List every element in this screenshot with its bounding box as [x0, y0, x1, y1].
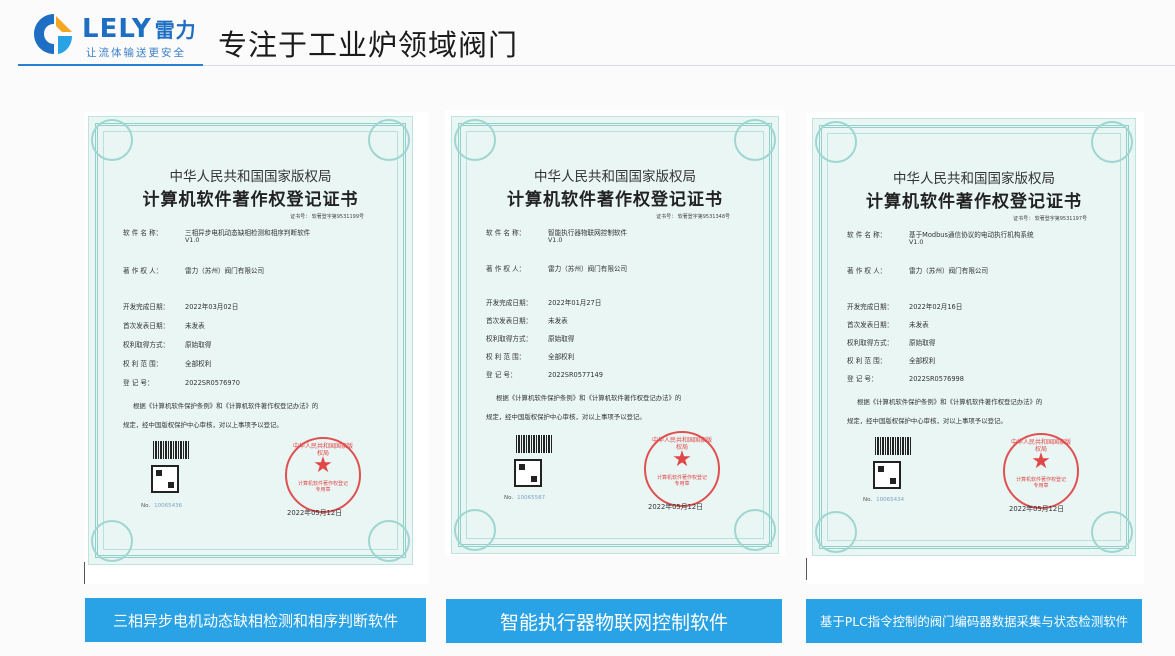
- software-version: V1.0: [548, 237, 563, 244]
- serial-number: No. 10065587: [504, 495, 546, 501]
- ornament-icon: [454, 119, 496, 161]
- ornament-icon: [734, 119, 776, 161]
- cert-org: 中华人民共和国国家版权局: [169, 169, 332, 185]
- row-reg: 登 记 号： 2022SR0576998: [847, 375, 964, 383]
- certificate-card-2: 中华人民共和国国家版权局 计算机软件著作权登记证书 证书号： 软著登字第9531…: [445, 110, 785, 556]
- caption-certificate-3: 基于PLC指令控制的阀门编码器数据采集与状态检测软件: [806, 599, 1142, 643]
- cert-title: 计算机软件著作权登记证书: [866, 192, 1082, 212]
- ornament-icon: [1091, 511, 1133, 553]
- issue-date: 2022年05月12日: [287, 509, 342, 517]
- row-publish: 首次发表日期： 未发表: [847, 321, 929, 329]
- row-publish: 首次发表日期： 未发表: [123, 322, 205, 330]
- logo-slogan: 让流体输送更安全: [86, 47, 186, 59]
- barcode-icon: [516, 435, 552, 453]
- header-accent-line: [18, 64, 203, 66]
- row-software: 软 件 名 称： 基于Modbus通信协议的电动执行机构系统: [847, 231, 1034, 239]
- cert-note: 根据《计算机软件保护条例》和《计算机软件著作权登记办法》的 规定，经中国版权保护中…: [847, 398, 1043, 425]
- barcode-icon: [153, 441, 189, 459]
- star-icon: ★: [313, 453, 333, 478]
- row-acquire: 权利取得方式： 原始取得: [486, 335, 575, 343]
- row-reg: 登 记 号： 2022SR0577149: [486, 371, 603, 379]
- star-icon: ★: [672, 447, 692, 472]
- ornament-icon: [815, 511, 857, 553]
- ornament-icon: [1091, 121, 1133, 163]
- certificate-3: 中华人民共和国国家版权局 计算机软件著作权登记证书 证书号： 软著登字第9531…: [812, 118, 1136, 556]
- logo-text-cn: 雷力: [154, 18, 197, 42]
- qr-code-icon: [514, 459, 542, 487]
- row-acquire: 权利取得方式： 原始取得: [847, 339, 936, 347]
- row-dev-date: 开发完成日期： 2022年03月02日: [123, 303, 239, 311]
- company-logo: LELY 雷力 让流体输送更安全: [32, 12, 202, 62]
- row-scope: 权 利 范 围： 全部权利: [123, 360, 212, 368]
- row-owner: 著 作 权 人： 雷力（苏州）阀门有限公司: [123, 267, 265, 275]
- certificate-1: 中华人民共和国国家版权局 计算机软件著作权登记证书 证书号： 软著登字第9531…: [88, 116, 413, 565]
- edge-mark: [806, 558, 807, 580]
- barcode-icon: [875, 437, 911, 455]
- row-publish: 首次发表日期： 未发表: [486, 317, 568, 325]
- logo-text-en: LELY: [82, 14, 152, 44]
- cert-note: 根据《计算机软件保护条例》和《计算机软件著作权登记办法》的 规定，经中国版权保护中…: [486, 394, 682, 421]
- official-seal-icon: 中华人民共和国国家版权局 ★ 计算机软件著作权登记专用章: [285, 437, 361, 513]
- row-scope: 权 利 范 围： 全部权利: [847, 357, 936, 365]
- row-scope: 权 利 范 围： 全部权利: [486, 353, 575, 361]
- ornament-icon: [91, 520, 133, 562]
- cert-title: 计算机软件著作权登记证书: [142, 190, 359, 210]
- serial-number: No. 10065434: [863, 497, 905, 503]
- ornament-icon: [368, 520, 410, 562]
- row-software: 软 件 名 称： 智能执行器物联网控制软件: [486, 229, 628, 237]
- issue-date: 2022年05月12日: [648, 503, 703, 511]
- qr-code-icon: [873, 461, 901, 489]
- official-seal-icon: 中华人民共和国国家版权局 ★ 计算机软件著作权登记专用章: [1003, 433, 1079, 509]
- cert-org: 中华人民共和国国家版权局: [534, 169, 696, 185]
- cert-number: 证书号： 软著登字第9531199号: [290, 214, 364, 220]
- cert-title: 计算机软件著作权登记证书: [507, 190, 723, 210]
- header-divider: [203, 65, 1175, 66]
- official-seal-icon: 中华人民共和国国家版权局 ★ 计算机软件著作权登记专用章: [644, 431, 720, 507]
- edge-mark: [84, 562, 85, 584]
- row-software: 软 件 名 称： 三相异步电机动态缺相检测和相序判断软件: [123, 229, 311, 237]
- row-dev-date: 开发完成日期： 2022年02月16日: [847, 303, 963, 311]
- row-acquire: 权利取得方式： 原始取得: [123, 341, 212, 349]
- cert-note: 根据《计算机软件保护条例》和《计算机软件著作权登记办法》的 规定，经中国版权保护中…: [123, 402, 319, 429]
- caption-certificate-1: 三相异步电机动态缺相检测和相序判断软件: [85, 598, 426, 642]
- row-dev-date: 开发完成日期： 2022年01月27日: [486, 299, 602, 307]
- software-version: V1.0: [185, 237, 200, 244]
- star-icon: ★: [1031, 449, 1051, 474]
- cert-org: 中华人民共和国国家版权局: [893, 171, 1055, 187]
- row-reg: 登 记 号： 2022SR0576970: [123, 379, 240, 387]
- serial-number: No. 10065436: [141, 503, 183, 509]
- ornament-icon: [815, 121, 857, 163]
- caption-certificate-2: 智能执行器物联网控制软件: [446, 599, 782, 643]
- lely-logo-icon: [34, 14, 72, 54]
- cert-number: 证书号： 软著登字第9531348号: [656, 214, 730, 220]
- row-owner: 著 作 权 人： 雷力（苏州）阀门有限公司: [486, 265, 628, 273]
- row-owner: 著 作 权 人： 雷力（苏州）阀门有限公司: [847, 267, 989, 275]
- ornament-icon: [91, 119, 133, 161]
- certificate-card-3: 中华人民共和国国家版权局 计算机软件著作权登记证书 证书号： 软著登字第9531…: [806, 112, 1144, 584]
- qr-code-icon: [151, 465, 179, 493]
- page-title: 专注于工业炉领域阀门: [218, 28, 519, 62]
- cert-number: 证书号： 软著登字第9531197号: [1013, 216, 1087, 222]
- logo-wordmark: LELY 雷力: [82, 14, 197, 44]
- software-version: V1.0: [909, 239, 924, 246]
- ornament-icon: [368, 119, 410, 161]
- certificate-card-1: 中华人民共和国国家版权局 计算机软件著作权登记证书 证书号： 软著登字第9531…: [84, 112, 429, 584]
- certificate-2: 中华人民共和国国家版权局 计算机软件著作权登记证书 证书号： 软著登字第9531…: [451, 116, 779, 554]
- ornament-icon: [454, 509, 496, 551]
- ornament-icon: [734, 509, 776, 551]
- page-header: LELY 雷力 让流体输送更安全 专注于工业炉领域阀门: [0, 0, 1175, 70]
- issue-date: 2022年05月12日: [1009, 505, 1064, 513]
